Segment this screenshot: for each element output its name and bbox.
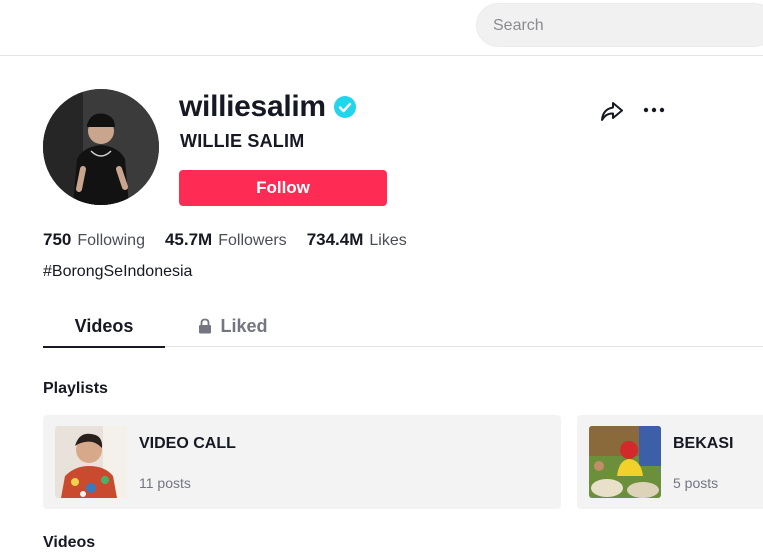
tab-liked[interactable]: Liked: [193, 305, 273, 347]
lock-icon: [198, 318, 212, 334]
stat-following-label: Following: [77, 232, 145, 249]
top-bar: [0, 0, 763, 56]
playlist-card-bekasi[interactable]: BEKASI 5 posts: [577, 415, 763, 509]
nickname: WILLIE SALIM: [180, 131, 305, 151]
tab-liked-label: Liked: [220, 315, 268, 336]
playlist-post-count: 5 posts: [673, 475, 719, 491]
stat-following-value: 750: [43, 230, 72, 249]
videos-heading: Videos: [43, 534, 96, 551]
tab-videos-label: Videos: [74, 315, 134, 336]
stat-likes-value: 734.4M: [306, 230, 364, 249]
stat-followers[interactable]: 45.7M Followers: [165, 230, 287, 250]
playlist-post-count: 11 posts: [139, 475, 191, 491]
verified-badge-icon: [333, 96, 356, 118]
avatar: [43, 89, 159, 205]
more-options-icon[interactable]: [642, 100, 666, 120]
stat-following[interactable]: 750 Following: [43, 230, 145, 250]
playlist-title: VIDEO CALL: [139, 435, 236, 452]
search-input[interactable]: [493, 15, 753, 37]
share-icon[interactable]: [599, 98, 625, 124]
playlist-title: BEKASI: [673, 435, 734, 452]
username-row: williesalim: [179, 88, 356, 126]
tab-videos[interactable]: Videos: [43, 305, 165, 348]
profile-tabs: Videos Liked: [43, 305, 763, 348]
stat-followers-value: 45.7M: [164, 230, 213, 249]
playlist-card-video-call[interactable]: VIDEO CALL 11 posts: [43, 415, 561, 509]
playlists-heading: Playlists: [43, 380, 108, 397]
bio: #BorongSeIndonesia: [43, 263, 193, 280]
username: williesalim: [179, 90, 326, 123]
stat-likes: 734.4M Likes: [307, 230, 407, 250]
follow-button[interactable]: Follow: [179, 170, 387, 206]
search-box[interactable]: [476, 3, 763, 47]
playlist-thumbnail: [55, 426, 127, 498]
stat-followers-label: Followers: [218, 232, 287, 249]
stats-bar: 750 Following 45.7M Followers 734.4M Lik…: [43, 230, 427, 250]
playlist-thumbnail: [589, 426, 661, 498]
stat-likes-label: Likes: [369, 232, 407, 249]
